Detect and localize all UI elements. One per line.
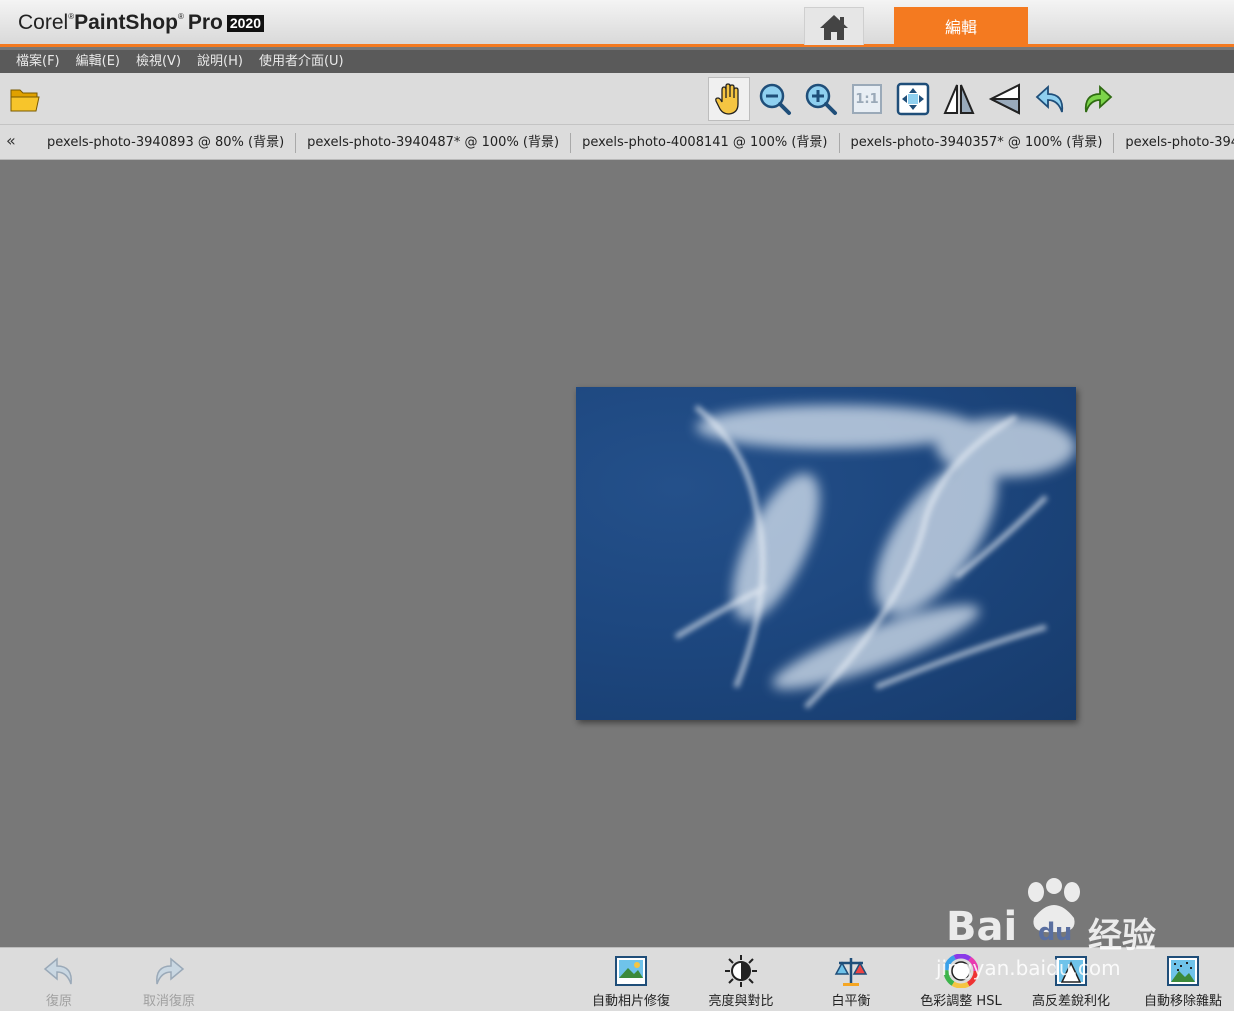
open-folder-icon	[10, 89, 40, 112]
sky-clouds-photo[interactable]	[576, 387, 1076, 720]
zoom-in-button[interactable]	[800, 77, 842, 121]
bottom-toolbar: 復原 取消復原 自動相片修復 亮度與對比 白平衡 色彩調整 HSL 高反差銳利化…	[0, 947, 1234, 1011]
actual-size-button[interactable]: 1:1	[846, 77, 888, 121]
auto-noise-removal-button[interactable]: 自動移除雜點	[1138, 952, 1228, 1011]
brand-reg-mark-2: ®	[177, 11, 184, 21]
open-button[interactable]	[4, 77, 46, 121]
document-tab-strip: « pexels-photo-3940893 @ 80% (背景) pexels…	[0, 125, 1234, 160]
document-tab[interactable]: pexels-photo-3940357* @ 100% (背景)	[840, 132, 1115, 153]
redo-button[interactable]: 取消復原	[136, 952, 202, 1011]
pan-hand-icon	[715, 83, 739, 115]
rotate-right-icon	[1084, 84, 1113, 113]
auto-noise-removal-label: 自動移除雜點	[1143, 994, 1222, 1009]
fit-window-button[interactable]	[892, 77, 934, 121]
white-balance-icon	[834, 958, 868, 986]
toolbar: 1:1	[0, 73, 1234, 125]
flip-vertical-button[interactable]	[984, 77, 1026, 121]
noise-removal-icon	[1167, 956, 1199, 986]
brightness-contrast-icon	[725, 955, 757, 987]
flip-horizontal-icon	[943, 84, 975, 114]
white-balance-button[interactable]: 白平衡	[822, 952, 880, 1011]
document-tabs: pexels-photo-3940893 @ 80% (背景) pexels-p…	[36, 125, 1234, 159]
edit-tab[interactable]: 編輯	[894, 7, 1028, 45]
title-bar: Corel ® PaintShop ® Pro 2020 編輯	[0, 0, 1234, 47]
home-tab[interactable]	[804, 7, 864, 45]
document-tab[interactable]: pexels-photo-4008141 @ 100% (背景)	[571, 132, 840, 153]
menu-view[interactable]: 檢視(V)	[128, 50, 189, 73]
rotate-left-icon	[1035, 84, 1064, 113]
zoom-out-icon	[759, 83, 791, 115]
auto-photo-fix-label: 自動相片修復	[591, 994, 670, 1009]
rotate-right-button[interactable]	[1076, 77, 1118, 121]
brand-corel: Corel	[18, 11, 69, 34]
cloud-image	[674, 405, 1076, 709]
actual-size-icon: 1:1	[852, 84, 882, 114]
tab-scroll-left-icon[interactable]: «	[6, 131, 16, 150]
high-pass-sharpen-button[interactable]: 高反差銳利化	[1026, 952, 1116, 1011]
menu-edit[interactable]: 編輯(E)	[68, 50, 128, 73]
fit-window-icon	[896, 82, 930, 116]
hsl-adjust-label: 色彩調整 HSL	[920, 994, 1002, 1009]
zoom-in-icon	[805, 83, 837, 115]
hsl-adjust-button[interactable]: 色彩調整 HSL	[916, 952, 1006, 1011]
undo-icon	[43, 957, 72, 985]
flip-horizontal-button[interactable]	[938, 77, 980, 121]
pan-tool-button[interactable]	[708, 77, 750, 121]
menu-bar: 檔案(F) 編輯(E) 檢視(V) 說明(H) 使用者介面(U)	[0, 50, 1234, 73]
menu-help[interactable]: 說明(H)	[189, 50, 251, 73]
color-wheel-icon	[944, 954, 978, 988]
auto-photo-fix-icon	[615, 956, 647, 986]
undo-button[interactable]: 復原	[28, 952, 90, 1011]
brand-pro: Pro	[187, 11, 223, 34]
sharpen-icon	[1055, 956, 1087, 986]
image-canvas[interactable]	[0, 160, 1234, 947]
document-tab[interactable]: pexels-photo-3940487* @ 100% (背景)	[296, 132, 572, 153]
brand-paintshop: PaintShop	[74, 11, 178, 34]
app-logo: Corel ® PaintShop ® Pro 2020	[18, 11, 265, 35]
redo-icon	[156, 957, 185, 985]
menu-user-interface[interactable]: 使用者介面(U)	[251, 50, 352, 73]
document-tab[interactable]: pexels-photo-3940	[1114, 133, 1234, 153]
zoom-out-button[interactable]	[754, 77, 796, 121]
redo-label: 取消復原	[142, 994, 195, 1009]
actual-size-label: 1:1	[855, 91, 879, 107]
brightness-contrast-label: 亮度與對比	[708, 994, 774, 1009]
high-pass-sharpen-label: 高反差銳利化	[1031, 994, 1110, 1009]
flip-vertical-icon	[988, 83, 1020, 115]
auto-photo-fix-button[interactable]: 自動相片修復	[586, 952, 676, 1011]
document-tab[interactable]: pexels-photo-3940893 @ 80% (背景)	[36, 132, 297, 153]
home-icon	[820, 14, 848, 40]
brand-reg-mark: ®	[68, 11, 75, 21]
undo-label: 復原	[45, 994, 72, 1009]
white-balance-label: 白平衡	[831, 994, 871, 1009]
rotate-left-button[interactable]	[1030, 77, 1072, 121]
brightness-contrast-button[interactable]: 亮度與對比	[704, 952, 778, 1011]
menu-file[interactable]: 檔案(F)	[8, 50, 68, 73]
brand-year: 2020	[226, 14, 265, 32]
